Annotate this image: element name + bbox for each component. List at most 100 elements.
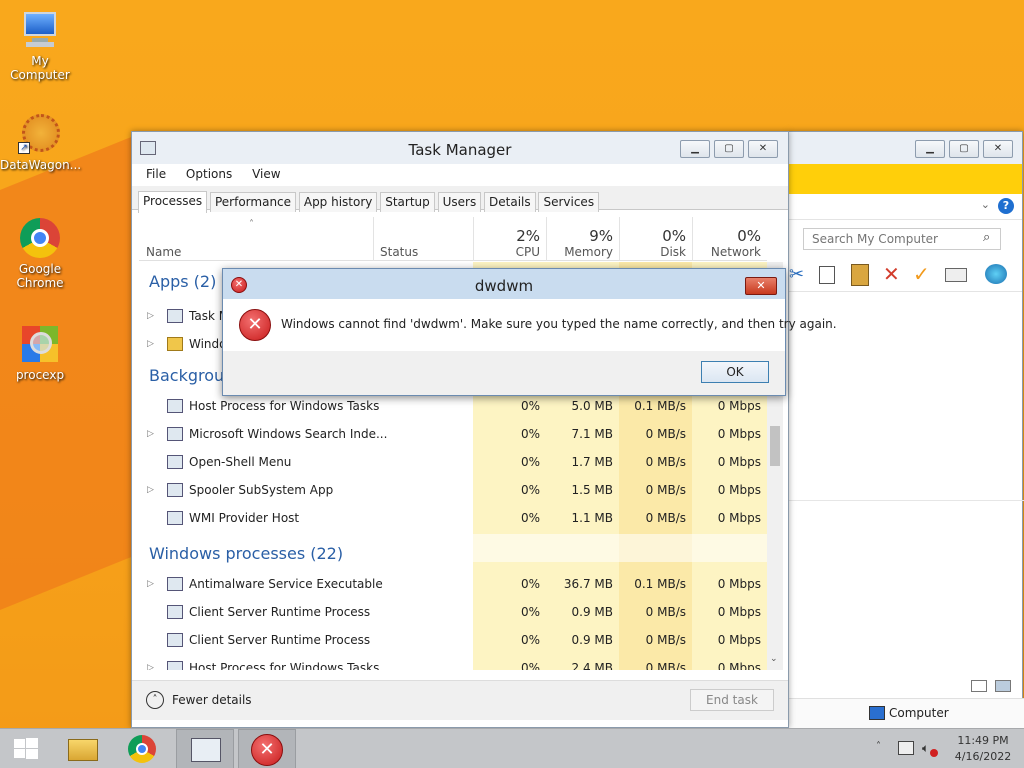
taskbar-file-explorer[interactable]: [54, 729, 112, 768]
expand-icon[interactable]: ▷: [147, 654, 154, 670]
process-icon: [167, 399, 183, 413]
tab-startup[interactable]: Startup: [380, 192, 435, 212]
process-disk: 0 MB/s: [645, 633, 686, 647]
group-windows-processes[interactable]: Windows processes (22): [149, 544, 343, 563]
column-status[interactable]: Status: [373, 217, 473, 261]
group-apps[interactable]: Apps (2): [149, 272, 216, 291]
dialog-close-button[interactable]: ✕: [745, 277, 777, 295]
process-memory: 7.1 MB: [571, 427, 613, 441]
disk-label: Disk: [660, 245, 686, 259]
desktop-icon-datawagon[interactable]: ↗ DataWagon...: [0, 112, 82, 172]
fewer-details-icon[interactable]: ˄: [146, 691, 164, 709]
chrome-icon: [18, 216, 62, 260]
expand-icon[interactable]: ▷: [147, 420, 154, 448]
maximize-button[interactable]: ▢: [714, 140, 744, 158]
cpu-total: 2%: [516, 227, 540, 245]
process-network: 0 Mbps: [717, 633, 761, 647]
ok-button[interactable]: OK: [701, 361, 769, 383]
end-task-button[interactable]: End task: [690, 689, 774, 711]
minimize-button[interactable]: ▁: [915, 140, 945, 158]
table-row[interactable]: Client Server Runtime Process 0% 0.9 MB 0 M…: [139, 626, 767, 654]
taskbar-task-manager[interactable]: [176, 729, 234, 768]
error-dialog: ✕ dwdwm ✕ ✕ Windows cannot find 'dwdwm'.…: [222, 268, 837, 396]
search-icon: ⌕: [983, 230, 991, 245]
delete-icon[interactable]: ✕: [883, 262, 900, 286]
process-cpu: 0%: [520, 661, 540, 670]
window-title: Task Manager: [408, 141, 512, 159]
properties-icon[interactable]: [945, 268, 967, 282]
chevron-down-icon[interactable]: ⌄: [981, 198, 990, 211]
column-cpu[interactable]: 2% CPU: [473, 217, 546, 261]
menu-options[interactable]: Options: [178, 164, 240, 181]
desktop-icon-procexp[interactable]: procexp: [0, 322, 80, 382]
dialog-message: Windows cannot find 'dwdwm'. Make sure y…: [281, 317, 837, 331]
footer-bar: ˄ Fewer details End task: [132, 680, 788, 720]
globe-icon[interactable]: [985, 264, 1007, 284]
clock-date: 4/16/2022: [954, 750, 1012, 763]
table-row[interactable]: ▷ Microsoft Windows Search Inde... 0% 7.1 M…: [139, 420, 767, 448]
close-button[interactable]: ✕: [983, 140, 1013, 158]
process-disk: 0.1 MB/s: [634, 577, 686, 591]
process-icon: [167, 455, 183, 469]
menu-view[interactable]: View: [244, 164, 288, 181]
scroll-down-icon[interactable]: ⌄: [770, 654, 778, 664]
large-icons-view-icon[interactable]: [995, 680, 1011, 692]
taskbar-chrome[interactable]: [114, 729, 172, 768]
network-icon[interactable]: [898, 741, 914, 755]
show-hidden-icons[interactable]: ˄: [876, 741, 881, 752]
help-icon[interactable]: ?: [998, 198, 1014, 214]
process-memory: 5.0 MB: [571, 399, 613, 413]
desktop-icon-my-computer[interactable]: My Computer: [0, 8, 80, 82]
process-network: 0 Mbps: [717, 511, 761, 525]
expand-icon[interactable]: ▷: [147, 570, 154, 598]
folder-icon: [167, 337, 183, 351]
minimize-button[interactable]: ▁: [680, 140, 710, 158]
tab-users[interactable]: Users: [437, 192, 482, 212]
check-icon[interactable]: ✓: [913, 262, 930, 286]
table-row[interactable]: WMI Provider Host 0% 1.1 MB 0 MB/s 0 Mbps: [139, 504, 767, 532]
details-view-icon[interactable]: [971, 680, 987, 692]
table-row[interactable]: ▷ Antimalware Service Executable 0% 36.7 MB…: [139, 570, 767, 598]
table-row[interactable]: Host Process for Windows Tasks 0% 5.0 MB 0.…: [139, 392, 767, 420]
process-cpu: 0%: [520, 399, 540, 413]
dialog-titlebar: ✕ dwdwm ✕: [223, 269, 785, 299]
tab-performance[interactable]: Performance: [209, 192, 297, 212]
close-button[interactable]: ✕: [748, 140, 778, 158]
paste-icon[interactable]: [851, 264, 869, 286]
table-row[interactable]: Client Server Runtime Process 0% 0.9 MB 0 M…: [139, 598, 767, 626]
maximize-button[interactable]: ▢: [949, 140, 979, 158]
menu-file[interactable]: File: [138, 164, 174, 181]
desktop-icon-label: My Computer: [10, 54, 70, 82]
tab-app-history[interactable]: App history: [298, 192, 378, 212]
copy-icon[interactable]: [819, 266, 835, 284]
cut-icon[interactable]: ✂: [789, 264, 804, 285]
table-row[interactable]: ▷ Host Process for Windows Tasks 0% 2.4 MB 0…: [139, 654, 767, 670]
fewer-details-link[interactable]: Fewer details: [172, 693, 252, 707]
desktop-icon-google-chrome[interactable]: Google Chrome: [0, 216, 80, 290]
desktop-icon-label: DataWagon...: [0, 158, 82, 172]
process-name: Microsoft Windows Search Inde...: [189, 427, 388, 441]
tab-details[interactable]: Details: [484, 192, 536, 212]
table-row[interactable]: Open-Shell Menu 0% 1.7 MB 0 MB/s 0 Mbps: [139, 448, 767, 476]
table-row[interactable]: ▷ Spooler SubSystem App 0% 1.5 MB 0 MB/s 0 Mb…: [139, 476, 767, 504]
expand-icon[interactable]: ▷: [147, 330, 154, 358]
task-manager-app-icon: [140, 141, 156, 155]
scrollbar-thumb[interactable]: [770, 426, 780, 466]
process-cpu: 0%: [520, 511, 540, 525]
column-network[interactable]: 0% Network: [692, 217, 767, 261]
tab-processes[interactable]: Processes: [138, 191, 208, 213]
explorer-search-row: ⌕: [789, 220, 1022, 260]
clock[interactable]: 11:49 PM 4/16/2022: [948, 733, 1018, 765]
desktop-icon-label: Google Chrome: [16, 262, 64, 290]
expand-icon[interactable]: ▷: [147, 476, 154, 504]
column-memory[interactable]: 9% Memory: [546, 217, 619, 261]
column-name[interactable]: Name: [146, 245, 181, 259]
column-disk[interactable]: 0% Disk: [619, 217, 692, 261]
taskbar-error-dialog[interactable]: ✕: [238, 729, 296, 768]
taskbar: ✕ ˄ 🔈︎ 11:49 PM 4/16/2022: [0, 728, 1024, 768]
expand-icon[interactable]: ▷: [147, 302, 154, 330]
process-memory: 1.5 MB: [571, 483, 613, 497]
search-input[interactable]: [803, 228, 1001, 250]
tab-services[interactable]: Services: [538, 192, 600, 212]
start-button[interactable]: [0, 729, 52, 768]
